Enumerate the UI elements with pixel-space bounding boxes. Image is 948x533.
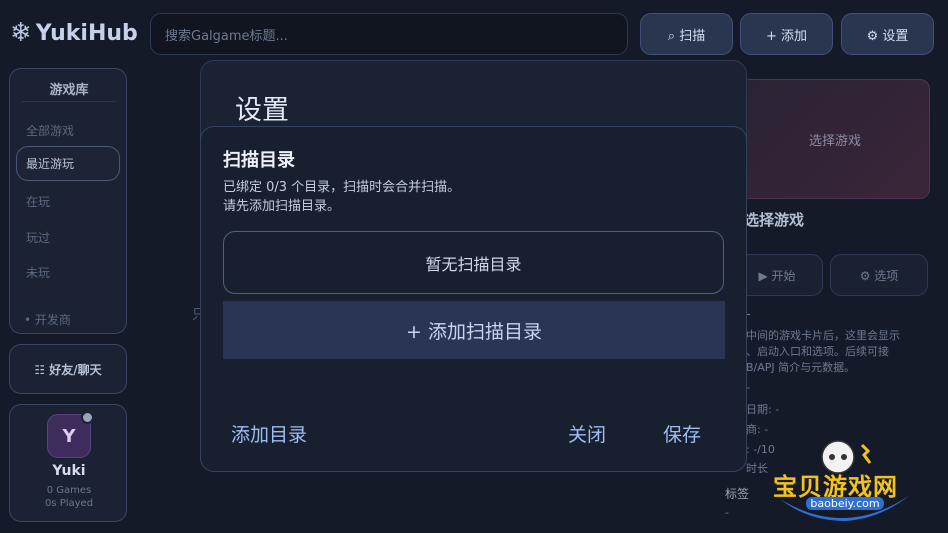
- add-scan-directory-button[interactable]: + 添加扫描目录: [223, 301, 725, 359]
- empty-directory-box: 暂无扫描目录: [223, 231, 724, 294]
- sidebar-divider: [22, 101, 116, 102]
- close-button[interactable]: 关闭: [568, 420, 606, 447]
- detail-playtime: 时长: [746, 462, 768, 475]
- scan-dialog-desc: 已绑定 0/3 个目录，扫描时会合并扫描。 请先添加扫描目录。: [223, 178, 460, 216]
- friends-chat-button[interactable]: ☷ 好友/聊天: [9, 344, 127, 394]
- detail-title: 选择游戏: [744, 211, 805, 229]
- sidebar-item-played[interactable]: 玩过: [26, 229, 50, 246]
- search-placeholder: 搜索Galgame标题...: [165, 28, 288, 44]
- library-sidebar: 游戏库 全部游戏 最近游玩 在玩 玩过 未玩 • 开发商: [9, 68, 127, 334]
- detail-release-date: 日期: -: [746, 403, 780, 416]
- sidebar-item-all[interactable]: 全部游戏: [26, 122, 74, 139]
- app-logo: ❄ YukiHub: [10, 18, 138, 48]
- cover-placeholder: 选择游戏: [740, 79, 930, 199]
- sidebar-title: 游戏库: [49, 83, 89, 98]
- scan-desc-line-1: 已绑定 0/3 个目录，扫描时会合并扫描。: [223, 180, 461, 195]
- tags-label: 标签: [725, 487, 750, 501]
- sidebar-item-recent[interactable]: 最近游玩: [16, 146, 120, 181]
- save-button[interactable]: 保存: [663, 420, 701, 447]
- detail-developer: 商: -: [746, 423, 769, 436]
- profile-name: Yuki: [52, 463, 86, 479]
- snowflake-icon: ❄: [10, 18, 32, 48]
- add-directory-button[interactable]: 添加目录: [231, 420, 307, 447]
- watermark-url: baobeiy.com: [806, 497, 884, 510]
- profile-games: 0 Games: [46, 485, 92, 496]
- sidebar-item-unplayed[interactable]: 未玩: [26, 264, 50, 281]
- detail-desc-3: B/APJ 简介与元数据。: [746, 361, 856, 374]
- status-dot: [81, 411, 94, 424]
- scan-desc-line-2: 请先添加扫描目录。: [223, 199, 341, 214]
- scan-dialog-title: 扫描目录: [223, 150, 295, 171]
- add-button[interactable]: + 添加: [740, 13, 833, 55]
- scan-button[interactable]: ⌕ 扫描: [640, 13, 733, 55]
- search-input[interactable]: 搜索Galgame标题...: [150, 13, 628, 55]
- tags-value: -: [725, 506, 729, 519]
- settings-button[interactable]: ⚙ 设置: [841, 13, 934, 55]
- profile-card[interactable]: Y Yuki 0 Games 0s Played: [9, 404, 127, 522]
- watermark-logo: 宝贝游戏网 baobeiy.com: [770, 437, 920, 529]
- settings-dialog-title: 设置: [235, 95, 289, 126]
- sidebar-item-playing[interactable]: 在玩: [26, 193, 50, 210]
- app-title: YukiHub: [35, 20, 138, 46]
- detail-desc-2: 、启动入口和选项。后续可接: [746, 345, 889, 358]
- profile-played: 0s Played: [44, 498, 94, 509]
- options-button[interactable]: ⚙ 选项: [830, 254, 928, 296]
- sidebar-item-developer[interactable]: • 开发商: [24, 311, 71, 328]
- detail-desc-1: 中间的游戏卡片后，这里会显示: [746, 329, 900, 342]
